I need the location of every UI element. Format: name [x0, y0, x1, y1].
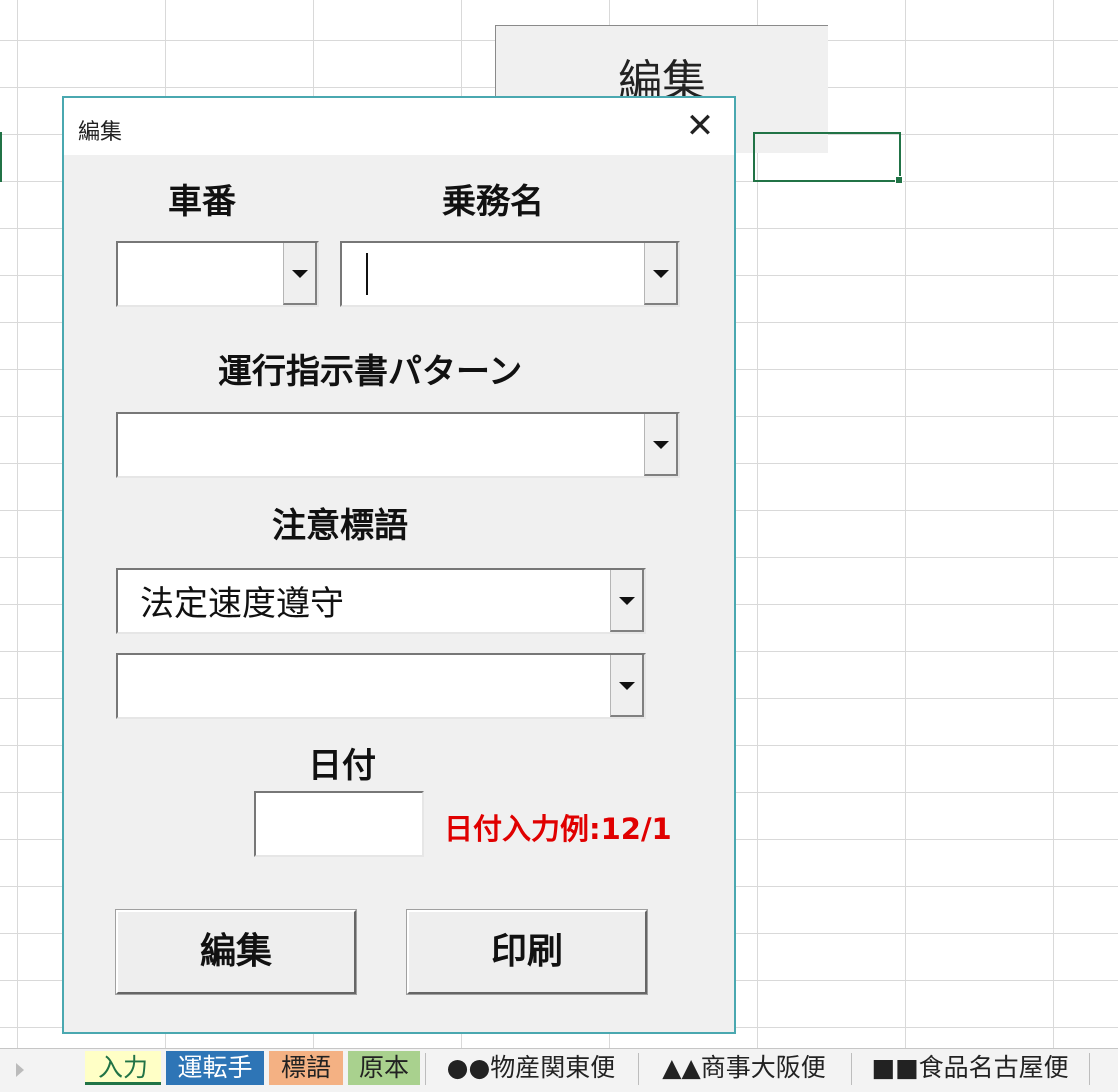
date-label: 日付: [308, 746, 376, 786]
instruction-pattern-label: 運行指示書パターン: [218, 352, 523, 392]
chevron-down-icon[interactable]: [644, 414, 678, 476]
tab-divider: [1089, 1053, 1090, 1085]
crew-name-label: 乗務名: [442, 182, 544, 222]
scroll-tabs-icon[interactable]: [16, 1063, 24, 1077]
tab-osaka[interactable]: ▲▲商事大阪便: [643, 1051, 845, 1085]
date-input[interactable]: [254, 791, 424, 857]
chevron-down-icon[interactable]: [610, 570, 644, 632]
crew-name-combobox[interactable]: [340, 241, 680, 307]
slogan-2-combobox[interactable]: [116, 653, 646, 719]
tab-original[interactable]: 原本: [348, 1051, 420, 1085]
tab-slogans[interactable]: 標語: [269, 1051, 343, 1085]
car-number-combobox[interactable]: [116, 241, 319, 307]
instruction-pattern-combobox[interactable]: [116, 412, 680, 478]
text-caret: [366, 253, 368, 295]
edit-button[interactable]: 編集: [115, 909, 357, 995]
dialog-titlebar[interactable]: 編集 ✕: [64, 98, 734, 155]
selected-cell[interactable]: [753, 132, 903, 184]
tab-divider: [638, 1053, 639, 1085]
chevron-down-icon[interactable]: [644, 243, 678, 305]
fill-handle[interactable]: [895, 176, 903, 184]
slogan-1-value: 法定速度遵守: [140, 584, 344, 624]
print-button[interactable]: 印刷: [406, 909, 648, 995]
edit-dialog: 編集 ✕ 車番 乗務名 運行指示書パターン 注意標語 法定速度遵守 日付 日付入…: [62, 96, 736, 1034]
dialog-title: 編集: [78, 120, 123, 145]
date-hint: 日付入力例:12/1: [444, 812, 672, 846]
tab-divider: [425, 1053, 426, 1085]
tab-kanto[interactable]: ●●物産関東便: [430, 1051, 632, 1085]
sheet-tab-bar: 入力 運転手 標語 原本 ●●物産関東便 ▲▲商事大阪便 ■■食品名古屋便: [0, 1048, 1118, 1092]
tab-divider: [851, 1053, 852, 1085]
car-number-label: 車番: [168, 182, 236, 222]
tab-nagoya[interactable]: ■■食品名古屋便: [856, 1051, 1084, 1085]
chevron-down-icon[interactable]: [610, 655, 644, 717]
caution-slogan-label: 注意標語: [272, 506, 408, 546]
tab-input[interactable]: 入力: [85, 1051, 161, 1085]
close-icon[interactable]: ✕: [680, 106, 720, 146]
slogan-1-combobox[interactable]: 法定速度遵守: [116, 568, 646, 634]
row-selection-marker: [0, 132, 2, 182]
chevron-down-icon[interactable]: [283, 243, 317, 305]
tab-drivers[interactable]: 運転手: [166, 1051, 264, 1085]
